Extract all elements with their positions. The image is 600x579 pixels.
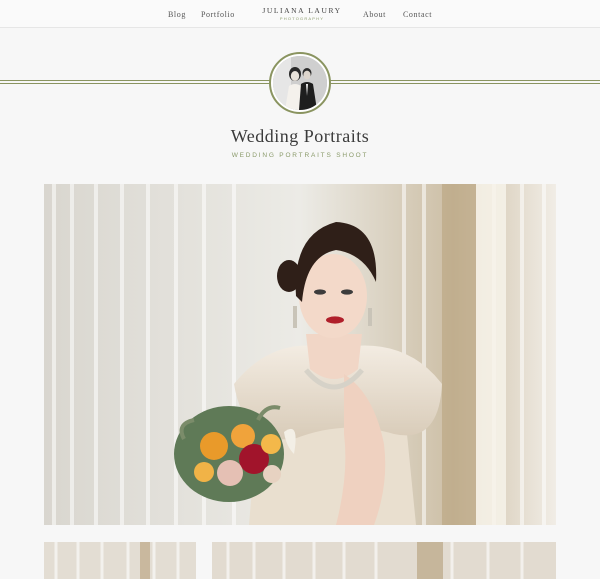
nav-link-portfolio[interactable]: Portfolio	[201, 10, 235, 19]
couple-portrait-image	[273, 56, 327, 110]
divider-left	[0, 80, 273, 84]
divider-right	[327, 80, 600, 84]
thumbnail-2[interactable]	[212, 542, 556, 579]
thumbnail-image-2	[212, 542, 556, 579]
nav-link-contact[interactable]: Contact	[403, 10, 432, 19]
bride-portrait-image	[44, 184, 556, 525]
hero-photo[interactable]	[44, 184, 556, 525]
thumbnail-image-1	[44, 542, 196, 579]
site-logo[interactable]: JULIANA LAURY PHOTOGRAPHY	[252, 6, 352, 21]
page-title: Wedding Portraits	[230, 126, 370, 146]
brand-subtitle: PHOTOGRAPHY	[279, 16, 325, 21]
thumbnail-1[interactable]	[44, 542, 196, 579]
page-subtitle: WEDDING PORTRAITS SHOOT	[231, 152, 369, 159]
brand-name: JULIANA LAURY	[262, 6, 342, 15]
couple-avatar	[269, 52, 331, 114]
top-navigation: Blog Portfolio JULIANA LAURY PHOTOGRAPHY…	[0, 0, 600, 28]
nav-link-blog[interactable]: Blog	[168, 10, 186, 19]
nav-link-about[interactable]: About	[363, 10, 386, 19]
